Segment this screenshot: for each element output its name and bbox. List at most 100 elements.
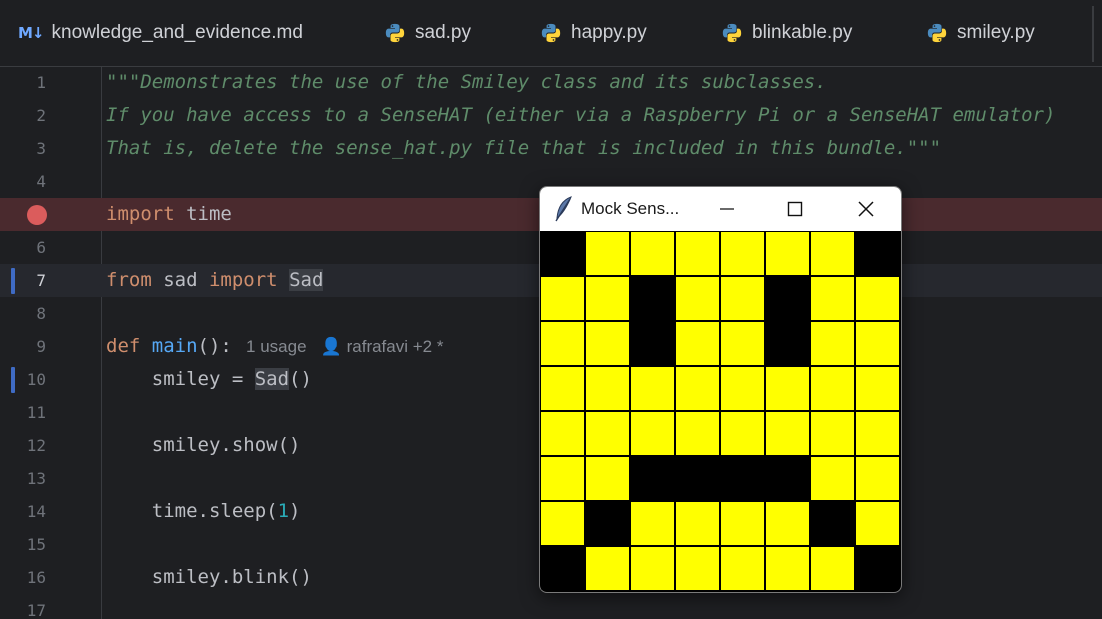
led-pixel xyxy=(676,322,719,365)
tab-label: knowledge_and_evidence.md xyxy=(51,22,303,43)
led-pixel xyxy=(766,232,809,275)
led-pixel xyxy=(631,277,674,320)
window-title: Mock Sens... xyxy=(581,199,680,218)
maximize-button[interactable] xyxy=(772,187,818,231)
line-number: 2 xyxy=(36,106,46,125)
led-pixel xyxy=(766,457,809,500)
tab-blinkable-py[interactable]: blinkable.py xyxy=(721,0,852,66)
led-pixel xyxy=(631,322,674,365)
led-pixel xyxy=(676,232,719,275)
led-pixel xyxy=(721,277,764,320)
line-number: 16 xyxy=(26,568,46,587)
code-token: sad xyxy=(151,269,209,291)
tab-knowledge-and-evidence-md[interactable]: M↓ knowledge_and_evidence.md xyxy=(18,0,303,66)
line-number: 3 xyxy=(36,139,46,158)
led-pixel xyxy=(856,322,899,365)
code-token: main xyxy=(151,335,198,357)
led-pixel xyxy=(541,412,584,455)
code-token: def xyxy=(106,335,141,357)
led-pixel xyxy=(721,322,764,365)
code-token: smiley.blink() xyxy=(106,566,312,588)
line-number: 15 xyxy=(26,535,46,554)
code-token: time xyxy=(174,203,232,225)
code-line[interactable]: 2 If you have access to a SenseHAT (eithe… xyxy=(0,99,1102,132)
tab-label: sad.py xyxy=(415,22,471,43)
tab-happy-py[interactable]: happy.py xyxy=(540,0,647,66)
line-number: 14 xyxy=(26,502,46,521)
led-pixel xyxy=(721,412,764,455)
led-pixel xyxy=(586,367,629,410)
window-title-bar[interactable]: Mock Sens... xyxy=(540,187,901,231)
code-token: () xyxy=(289,368,312,390)
code-token: """Demonstrates the use of the Smiley cl… xyxy=(106,71,827,93)
tabbar-divider xyxy=(1092,6,1094,62)
led-pixel xyxy=(541,277,584,320)
tab-smiley-py[interactable]: smiley.py xyxy=(926,0,1035,66)
led-pixel xyxy=(856,277,899,320)
minimize-icon xyxy=(720,208,734,210)
led-pixel xyxy=(676,457,719,500)
tab-sad-py[interactable]: sad.py xyxy=(384,0,471,66)
led-pixel xyxy=(631,457,674,500)
led-pixel xyxy=(721,547,764,590)
line-number: 11 xyxy=(26,403,46,422)
led-pixel xyxy=(766,322,809,365)
minimize-button[interactable] xyxy=(704,187,750,231)
python-icon xyxy=(927,23,947,43)
led-pixel xyxy=(766,412,809,455)
led-pixel xyxy=(811,457,854,500)
code-token: Sad xyxy=(254,368,290,390)
code-token: smiley = xyxy=(106,368,255,390)
led-pixel xyxy=(676,502,719,545)
code-text: time.sleep(1) xyxy=(106,495,301,528)
led-pixel xyxy=(721,232,764,275)
line-number: 4 xyxy=(36,172,46,191)
led-pixel xyxy=(856,457,899,500)
led-pixel xyxy=(766,547,809,590)
led-pixel xyxy=(631,412,674,455)
code-token: (): xyxy=(197,335,232,357)
led-pixel xyxy=(541,232,584,275)
inlay-hint[interactable]: 1 usage 👤 rafrafavi +2 * xyxy=(232,337,443,356)
led-pixel xyxy=(721,457,764,500)
line-number: 7 xyxy=(36,271,46,290)
led-pixel xyxy=(631,502,674,545)
tab-label: blinkable.py xyxy=(752,22,853,43)
code-token: Sad xyxy=(289,269,324,291)
led-pixel xyxy=(811,502,854,545)
code-token: import xyxy=(208,269,278,291)
line-number: 17 xyxy=(26,601,46,619)
code-line[interactable]: 17 xyxy=(0,594,1102,619)
led-pixel xyxy=(856,367,899,410)
code-text: That is, delete the sense_hat.py file th… xyxy=(106,132,941,165)
code-line[interactable]: 3 That is, delete the sense_hat.py file t… xyxy=(0,132,1102,165)
code-token: import xyxy=(106,203,175,225)
led-matrix xyxy=(541,232,899,590)
code-token: 1 xyxy=(277,500,290,522)
breakpoint-icon[interactable] xyxy=(27,205,47,225)
line-number: 12 xyxy=(26,436,46,455)
led-pixel xyxy=(586,547,629,590)
led-pixel xyxy=(766,367,809,410)
python-icon xyxy=(722,23,742,43)
led-pixel xyxy=(631,232,674,275)
code-text: """Demonstrates the use of the Smiley cl… xyxy=(106,67,827,99)
code-text: If you have access to a SenseHAT (either… xyxy=(106,99,1055,132)
led-pixel xyxy=(541,367,584,410)
led-pixel xyxy=(586,322,629,365)
mock-sense-hat-window[interactable]: Mock Sens... xyxy=(539,186,902,593)
led-pixel xyxy=(541,547,584,590)
led-pixel xyxy=(721,502,764,545)
maximize-icon xyxy=(787,201,803,217)
code-text: def main(): 1 usage 👤 rafrafavi +2 * xyxy=(106,330,443,363)
tab-label: happy.py xyxy=(571,22,647,43)
markdown-icon: M↓ xyxy=(18,24,44,42)
led-pixel xyxy=(766,502,809,545)
code-line[interactable]: 1 """Demonstrates the use of the Smiley c… xyxy=(0,67,1102,99)
close-button[interactable] xyxy=(843,187,889,231)
code-text: smiley.blink() xyxy=(106,561,312,594)
led-pixel xyxy=(541,502,584,545)
led-pixel xyxy=(586,457,629,500)
code-token: If you have access to a SenseHAT (either… xyxy=(106,104,1056,126)
